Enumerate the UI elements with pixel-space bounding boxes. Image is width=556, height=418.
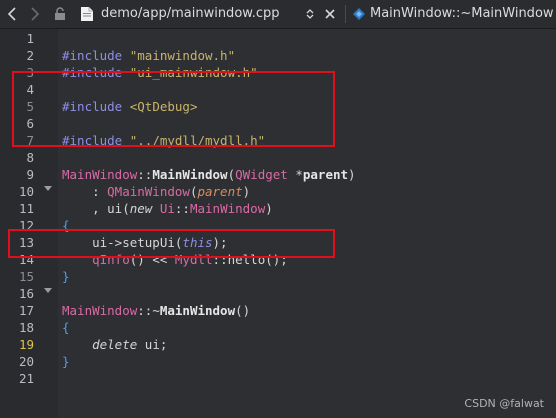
toolbar-separator — [345, 5, 346, 23]
line-number: 10 — [18, 184, 34, 199]
code-line: { — [58, 302, 88, 335]
line-number: 8 — [26, 150, 34, 165]
close-brace: } — [62, 269, 70, 284]
scope-operator: :: — [174, 201, 190, 216]
scope-operator: :: — [137, 167, 153, 182]
line-number: 11 — [18, 201, 34, 216]
line-number: 15 — [18, 269, 34, 284]
paren: ( — [227, 167, 236, 182]
line-number: 18 — [18, 320, 34, 335]
code-line: : QMainWindow(parent) — [58, 166, 250, 199]
method-icon — [351, 0, 367, 28]
back-arrow-icon[interactable] — [4, 0, 20, 28]
paren: ) — [242, 184, 251, 199]
class-name: QMainWindow — [107, 184, 190, 199]
type-name: QWidget — [235, 167, 288, 182]
code-line: MainWindow::~MainWindow() — [58, 285, 250, 318]
highlight-box-includes — [12, 71, 335, 147]
watermark: CSDN @falwat — [464, 397, 544, 410]
code-line: delete ui; — [58, 319, 167, 352]
line-number: 21 — [18, 371, 34, 386]
line-number: 1 — [26, 31, 34, 46]
paren: ) — [348, 167, 356, 182]
line-number: 20 — [18, 354, 34, 369]
function-selector[interactable]: MainWindow::~MainWindow — [370, 6, 554, 21]
code-line: } — [58, 336, 88, 369]
parameter-name: parent — [197, 184, 243, 199]
close-brace: } — [62, 354, 70, 369]
include-string: "mainwindow.h" — [122, 48, 236, 63]
paren: () — [235, 303, 251, 318]
line-number: 17 — [18, 303, 34, 318]
code-text: ui; — [137, 337, 168, 352]
line-number: 2 — [26, 48, 34, 63]
paren: ) — [265, 201, 273, 216]
function-name: MainWindow — [152, 167, 228, 182]
code-line: { — [58, 200, 88, 233]
code-line: #include "mainwindow.h" — [58, 30, 235, 63]
highlight-box-qinfo — [8, 229, 335, 258]
forward-arrow-icon[interactable] — [27, 0, 43, 28]
file-path-label[interactable]: demo/app/mainwindow.cpp — [101, 6, 280, 21]
class-name: MainWindow — [189, 201, 266, 216]
class-name: Ui — [159, 201, 175, 216]
file-icon — [78, 0, 96, 28]
pointer-star: * — [287, 167, 303, 182]
file-dropdown-icon[interactable] — [304, 0, 316, 28]
line-number-current: 19 — [18, 337, 34, 352]
fold-arrow-icon[interactable] — [44, 186, 52, 191]
delete-keyword: delete — [92, 337, 138, 352]
code-line: #include "ui_mainwindow.h" — [58, 47, 258, 80]
lock-icon[interactable] — [52, 0, 68, 28]
parameter-name: parent — [302, 167, 349, 182]
scope-operator: ::~ — [137, 303, 160, 318]
line-number: 16 — [18, 286, 34, 301]
function-name: MainWindow — [159, 303, 236, 318]
line-number: 9 — [26, 167, 34, 182]
editor-toolbar: demo/app/mainwindow.cpp MainWindow::~Mai… — [0, 0, 556, 29]
code-line: , ui(new Ui::MainWindow) — [58, 183, 273, 216]
code-line: MainWindow::MainWindow(QWidget *parent) — [58, 149, 356, 182]
fold-arrow-icon[interactable] — [44, 288, 52, 293]
close-icon[interactable] — [323, 0, 337, 28]
new-keyword: new — [129, 201, 153, 216]
